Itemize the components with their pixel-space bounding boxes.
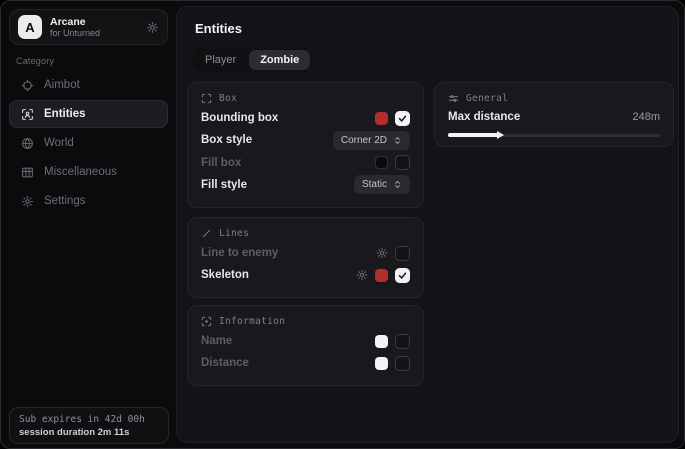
- max-distance-slider[interactable]: [448, 130, 660, 135]
- setting-label: Box style: [201, 134, 252, 146]
- sidebar: A Arcane for Unturned Category Aimbot: [1, 1, 176, 448]
- slider-value: 248m: [632, 111, 660, 123]
- gear-icon[interactable]: [146, 21, 159, 34]
- card-title: Information: [219, 316, 285, 327]
- lines-card-header: Lines: [201, 228, 410, 239]
- setting-row-name: Name: [201, 330, 410, 352]
- setting-row-skeleton: Skeleton: [201, 264, 410, 286]
- setting-label: Line to enemy: [201, 247, 278, 259]
- information-card: Information Name Distance: [187, 305, 424, 386]
- sidebar-item-label: Aimbot: [44, 79, 80, 91]
- checkbox[interactable]: [395, 268, 410, 283]
- config-gear-icon[interactable]: [376, 247, 388, 259]
- sidebar-item-label: World: [44, 137, 74, 149]
- information-card-header: Information: [201, 316, 410, 327]
- sub-expires-text: Sub expires in 42d 00h: [19, 414, 159, 425]
- chevrons-up-down-icon: [393, 136, 402, 145]
- color-swatch[interactable]: [375, 112, 388, 125]
- setting-row-bounding-box: Bounding box: [201, 107, 410, 129]
- tab-zombie[interactable]: Zombie: [249, 50, 310, 70]
- diagonal-line-icon: [201, 228, 212, 239]
- setting-label: Max distance: [448, 111, 520, 123]
- general-card-header: General: [448, 93, 660, 104]
- color-swatch[interactable]: [375, 357, 388, 370]
- checkbox[interactable]: [395, 111, 410, 126]
- card-title: Lines: [219, 228, 249, 239]
- setting-label: Fill box: [201, 157, 241, 169]
- setting-row-line-to-enemy: Line to enemy: [201, 242, 410, 264]
- box-card-header: Box: [201, 93, 410, 104]
- lines-card: Lines Line to enemy Skeleton: [187, 217, 424, 298]
- card-title: Box: [219, 93, 237, 104]
- fill-style-select[interactable]: Static: [354, 175, 410, 194]
- config-gear-icon[interactable]: [356, 269, 368, 281]
- color-swatch[interactable]: [375, 156, 388, 169]
- app-window: A Arcane for Unturned Category Aimbot: [0, 0, 685, 449]
- sidebar-item-miscellaneous[interactable]: Miscellaneous: [9, 158, 168, 186]
- session-duration-text: session duration 2m 11s: [19, 427, 159, 438]
- setting-row-fill-box: Fill box: [201, 152, 410, 174]
- checkbox[interactable]: [395, 334, 410, 349]
- setting-row-fill-style: Fill style Static: [201, 174, 410, 196]
- brand-card: A Arcane for Unturned: [9, 9, 168, 45]
- color-swatch[interactable]: [375, 335, 388, 348]
- card-title: General: [466, 93, 508, 104]
- general-card: General Max distance 248m: [434, 82, 674, 147]
- checkbox[interactable]: [395, 356, 410, 371]
- setting-row-distance: Distance: [201, 352, 410, 374]
- color-swatch[interactable]: [375, 269, 388, 282]
- select-value: Static: [362, 179, 387, 190]
- slider-thumb[interactable]: [497, 131, 504, 139]
- setting-label: Bounding box: [201, 112, 278, 124]
- slider-fill: [448, 133, 499, 137]
- entities-scan-icon: [21, 108, 34, 121]
- scan-brackets-icon: [201, 93, 212, 104]
- select-value: Corner 2D: [341, 135, 387, 146]
- box-style-select[interactable]: Corner 2D: [333, 131, 410, 150]
- box-card: Box Bounding box Box style Corner 2D: [187, 82, 424, 208]
- main-panel: Entities Player Zombie Box Bounding box: [176, 6, 679, 443]
- category-label: Category: [16, 56, 54, 66]
- sliders-icon: [448, 93, 459, 104]
- brand-text: Arcane for Unturned: [50, 16, 138, 38]
- tab-player[interactable]: Player: [194, 50, 247, 70]
- setting-label: Distance: [201, 357, 249, 369]
- columns-icon: [21, 166, 34, 179]
- page-title: Entities: [195, 21, 242, 36]
- chevrons-up-down-icon: [393, 180, 402, 189]
- gear-icon: [21, 195, 34, 208]
- crosshair-icon: [21, 79, 34, 92]
- sidebar-item-label: Settings: [44, 195, 86, 207]
- checkbox[interactable]: [395, 155, 410, 170]
- app-subtitle: for Unturned: [50, 28, 138, 38]
- tab-bar: Player Zombie: [192, 48, 312, 72]
- sidebar-item-aimbot[interactable]: Aimbot: [9, 71, 168, 99]
- app-logo: A: [18, 15, 42, 39]
- setting-row-box-style: Box style Corner 2D: [201, 129, 410, 151]
- sidebar-item-entities[interactable]: Entities: [9, 100, 168, 128]
- sidebar-item-world[interactable]: World: [9, 129, 168, 157]
- sidebar-item-label: Entities: [44, 108, 86, 120]
- setting-label: Skeleton: [201, 269, 249, 281]
- setting-label: Fill style: [201, 179, 247, 191]
- max-distance-row: Max distance 248m: [448, 111, 660, 123]
- scan-dot-icon: [201, 316, 212, 327]
- app-name: Arcane: [50, 16, 138, 28]
- globe-icon: [21, 137, 34, 150]
- subscription-card: Sub expires in 42d 00h session duration …: [9, 407, 169, 444]
- sidebar-nav: Aimbot Entities World Miscellaneous: [9, 71, 168, 215]
- setting-label: Name: [201, 335, 232, 347]
- sidebar-item-settings[interactable]: Settings: [9, 187, 168, 215]
- checkbox[interactable]: [395, 246, 410, 261]
- sidebar-item-label: Miscellaneous: [44, 166, 117, 178]
